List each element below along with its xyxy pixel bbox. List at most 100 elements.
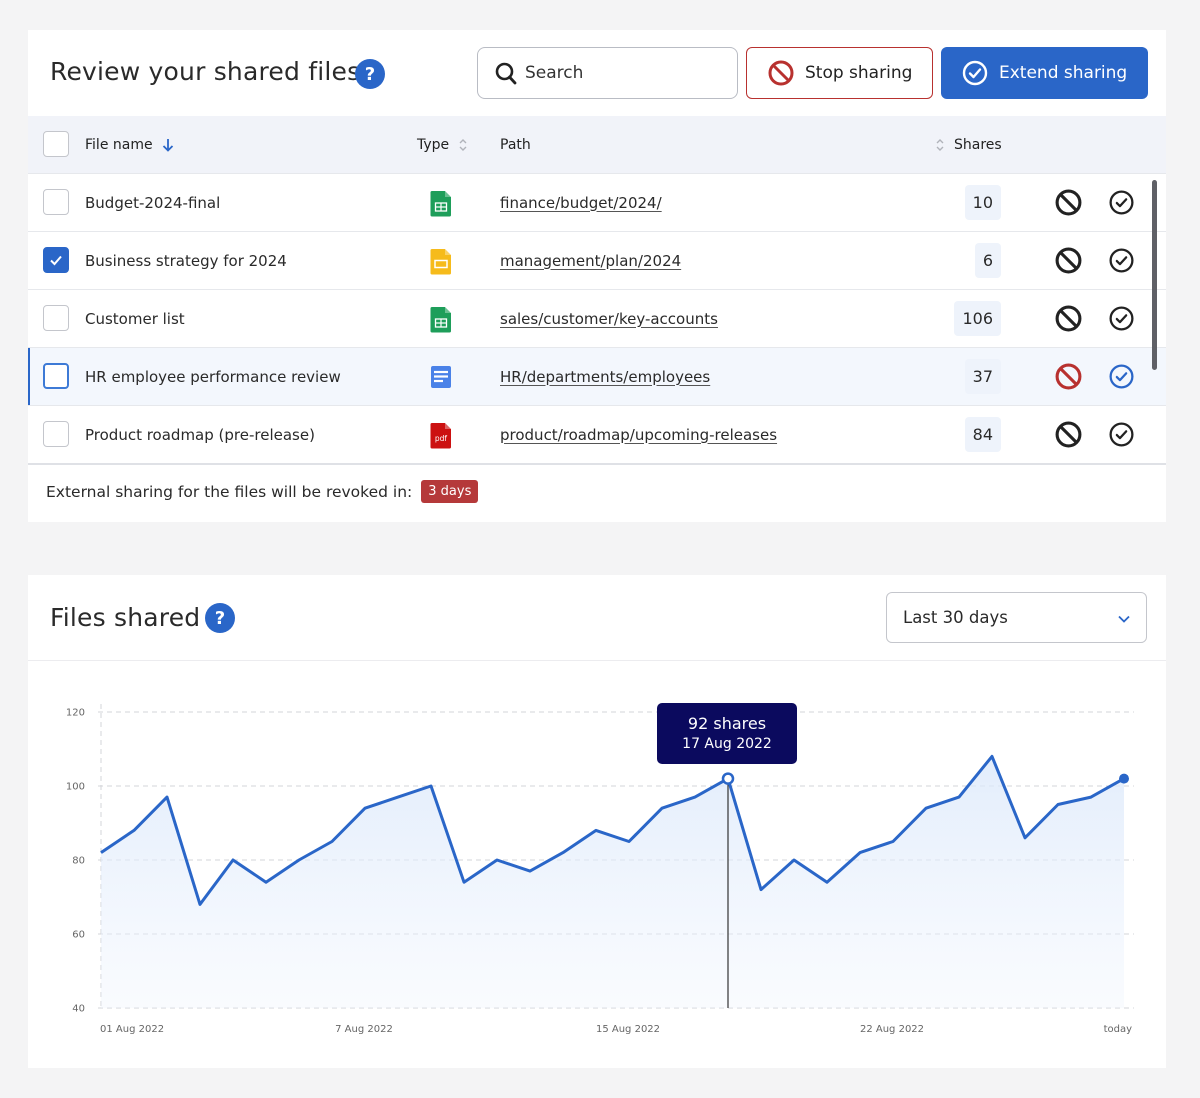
data-point[interactable]	[93, 845, 109, 861]
data-point[interactable]	[423, 778, 439, 794]
data-point[interactable]	[522, 863, 538, 879]
stop-sharing-row-button[interactable]	[1054, 188, 1083, 217]
extend-sharing-row-button[interactable]	[1107, 362, 1136, 391]
type-header-label: Type	[417, 136, 450, 153]
data-point[interactable]	[258, 874, 274, 890]
shared-files-card: Review your shared files ? Stop sharing …	[28, 30, 1166, 522]
file-path-link[interactable]: product/roadmap/upcoming-releases	[500, 406, 777, 463]
row-checkbox[interactable]	[43, 247, 69, 273]
data-point[interactable]	[1050, 797, 1066, 813]
extend-sharing-row-button[interactable]	[1107, 188, 1136, 217]
revocation-text: External sharing for the files will be r…	[46, 482, 413, 501]
table-scrollbar[interactable]	[1152, 180, 1157, 370]
data-point[interactable]	[357, 800, 373, 816]
data-point[interactable]	[192, 896, 208, 912]
extend-sharing-label: Extend sharing	[999, 63, 1128, 83]
search-input[interactable]	[525, 63, 725, 83]
row-checkbox[interactable]	[43, 189, 69, 215]
sort-descending-icon	[162, 138, 173, 152]
data-point[interactable]	[654, 800, 670, 816]
chart-area-fill	[101, 756, 1124, 1008]
data-point[interactable]	[126, 822, 142, 838]
data-point[interactable]	[324, 834, 340, 850]
data-point[interactable]	[456, 874, 472, 890]
highlighted-data-point[interactable]	[721, 772, 735, 785]
data-point[interactable]	[621, 834, 637, 850]
stop-sharing-label: Stop sharing	[805, 63, 913, 83]
y-tick-label: 60	[72, 930, 85, 941]
stop-sharing-row-button[interactable]	[1054, 362, 1083, 391]
row-checkbox[interactable]	[43, 305, 69, 331]
data-point[interactable]	[819, 874, 835, 890]
slides-file-icon	[429, 232, 453, 289]
spreadsheet-file-icon	[429, 290, 453, 347]
table-row[interactable]: HR employee performance review HR/departm…	[28, 347, 1166, 405]
data-point[interactable]	[291, 852, 307, 868]
days-remaining-badge: 3 days	[421, 480, 479, 503]
checkmark-icon	[50, 255, 62, 266]
extend-sharing-row-button[interactable]	[1107, 246, 1136, 275]
files-card-header: Review your shared files ? Stop sharing …	[28, 30, 1166, 116]
file-path-link[interactable]: sales/customer/key-accounts	[500, 290, 718, 347]
data-point[interactable]	[951, 789, 967, 805]
table-row[interactable]: Budget-2024-final finance/budget/2024/10	[28, 173, 1166, 231]
stop-sharing-row-button[interactable]	[1054, 304, 1083, 333]
block-icon	[768, 60, 794, 86]
y-tick-label: 120	[66, 708, 85, 719]
column-header-path[interactable]: Path	[500, 116, 531, 173]
data-point[interactable]	[1083, 789, 1099, 805]
row-checkbox[interactable]	[43, 363, 69, 389]
data-point[interactable]	[852, 845, 868, 861]
data-point[interactable]	[918, 800, 934, 816]
extend-sharing-button[interactable]: Extend sharing	[941, 47, 1148, 99]
file-name: Budget-2024-final	[85, 193, 221, 212]
column-header-file-name[interactable]: File name	[85, 116, 175, 173]
stop-sharing-row-button[interactable]	[1054, 420, 1083, 449]
sort-icon	[459, 138, 467, 151]
file-path-link[interactable]: finance/budget/2024/	[500, 174, 662, 231]
table-row[interactable]: Business strategy for 2024 management/pla…	[28, 231, 1166, 289]
data-point[interactable]	[687, 789, 703, 805]
shares-header-label: Shares	[954, 136, 1002, 153]
data-point[interactable]	[159, 789, 175, 805]
data-point[interactable]	[984, 748, 1000, 764]
search-box[interactable]	[477, 47, 738, 99]
data-point[interactable]	[555, 845, 571, 861]
check-circle-icon	[1109, 306, 1134, 331]
file-name-header-label: File name	[85, 136, 153, 153]
help-icon[interactable]: ?	[355, 59, 385, 89]
data-point[interactable]	[1017, 830, 1033, 846]
data-point[interactable]	[753, 882, 769, 898]
table-header: File name Type Path Shares	[28, 116, 1166, 173]
row-checkbox[interactable]	[43, 421, 69, 447]
select-all-checkbox[interactable]	[43, 131, 69, 157]
tooltip-shares: 92 shares	[687, 714, 767, 734]
stop-sharing-row-button[interactable]	[1054, 246, 1083, 275]
data-point[interactable]	[885, 834, 901, 850]
files-shared-chart: 40 60 80 100 120 01 Aug 2022 7 Aug 2022 15 Aug …	[66, 704, 1134, 1035]
data-point[interactable]	[588, 822, 604, 838]
data-point[interactable]	[390, 789, 406, 805]
share-count: 6	[974, 243, 1001, 278]
svg-text:pdf: pdf	[435, 434, 448, 443]
data-point[interactable]	[786, 852, 802, 868]
table-row[interactable]: Customer list sales/customer/key-accounts…	[28, 289, 1166, 347]
stop-sharing-button[interactable]: Stop sharing	[746, 47, 933, 99]
data-point[interactable]	[225, 852, 241, 868]
tooltip-date: 17 Aug 2022	[682, 736, 772, 753]
extend-sharing-row-button[interactable]	[1107, 304, 1136, 333]
block-icon	[1055, 189, 1082, 216]
file-path-link[interactable]: HR/departments/employees	[500, 348, 710, 405]
x-tick-label: 22 Aug 2022	[860, 1024, 924, 1035]
y-tick-label: 40	[72, 1004, 85, 1015]
block-icon	[1055, 247, 1082, 274]
extend-sharing-row-button[interactable]	[1107, 420, 1136, 449]
table-row[interactable]: Product roadmap (pre-release) pdf product/…	[28, 405, 1166, 463]
x-tick-label: 7 Aug 2022	[335, 1024, 393, 1035]
file-path-link[interactable]: management/plan/2024	[500, 232, 681, 289]
column-header-type[interactable]: Type	[417, 116, 469, 173]
check-circle-icon	[1109, 364, 1134, 389]
data-point[interactable]	[489, 852, 505, 868]
column-header-shares[interactable]: Shares	[934, 116, 1002, 173]
latest-data-point[interactable]	[1119, 773, 1129, 784]
